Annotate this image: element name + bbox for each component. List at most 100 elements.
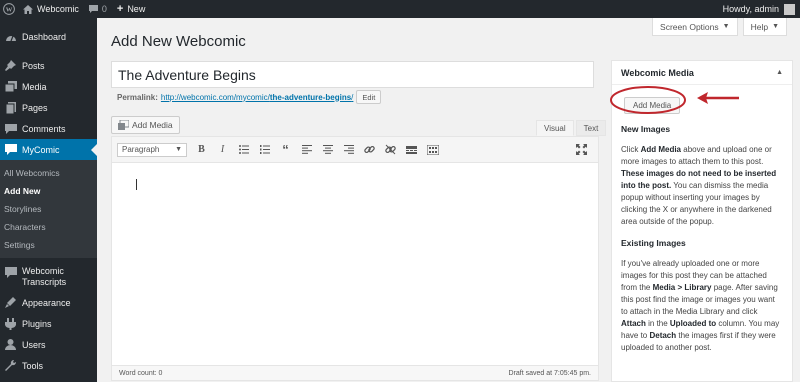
admin-sidebar: Dashboard Posts Media Pages Comments MyC… (0, 18, 97, 382)
transcripts-icon (4, 266, 17, 279)
existing-images-heading: Existing Images (621, 238, 686, 248)
submenu-settings[interactable]: Settings (0, 236, 97, 254)
submenu-storylines[interactable]: Storylines (0, 200, 97, 218)
screen-meta-links: Screen Options ▼ Help ▼ (652, 18, 787, 36)
page-title: Add New Webcomic (111, 33, 246, 50)
metabox-add-media-button[interactable]: Add Media (624, 97, 681, 114)
webcomic-media-metabox: Webcomic Media ▲ Add Media New Images Cl… (611, 60, 793, 382)
plus-icon: + (116, 3, 124, 15)
howdy-text: Howdy, admin (722, 4, 779, 14)
read-more-icon[interactable] (401, 142, 422, 158)
submenu-characters[interactable]: Characters (0, 218, 97, 236)
permalink-label: Permalink: (117, 92, 158, 102)
new-images-heading: New Images (621, 124, 671, 134)
mycomic-submenu: All Webcomics Add New Storylines Charact… (0, 160, 97, 258)
italic-icon[interactable]: I (212, 142, 233, 158)
sidebar-item-plugins[interactable]: Plugins (0, 313, 97, 334)
comments-icon (4, 122, 17, 135)
users-icon (4, 338, 17, 351)
comment-bubble-icon (88, 5, 98, 13)
format-select-value: Paragraph (122, 145, 160, 154)
permalink-link[interactable]: http://webcomic.com/mycomic/the-adventur… (161, 93, 354, 102)
new-content-link[interactable]: + New (112, 0, 150, 18)
avatar (784, 3, 795, 15)
sidebar-item-label: Appearance (22, 297, 71, 308)
sidebar-item-tools[interactable]: Tools (0, 355, 97, 376)
submenu-all-webcomics[interactable]: All Webcomics (0, 164, 97, 182)
screen-options-label: Screen Options (660, 21, 719, 32)
screen-options-button[interactable]: Screen Options ▼ (652, 18, 738, 36)
collapse-arrow-icon[interactable]: ▲ (776, 69, 783, 76)
submenu-add-new[interactable]: Add New (0, 182, 97, 200)
tools-icon (4, 359, 17, 372)
media-icon (4, 80, 17, 93)
sidebar-item-label: Posts (22, 60, 45, 71)
main-content: Screen Options ▼ Help ▼ Add New Webcomic… (97, 18, 800, 382)
sidebar-item-label: Tools (22, 360, 44, 371)
sidebar-item-label: Plugins (22, 318, 52, 329)
webcomic-icon (4, 143, 17, 156)
fullscreen-icon[interactable] (571, 142, 592, 158)
sidebar-item-label: Media (22, 81, 47, 92)
add-media-button[interactable]: Add Media (111, 116, 180, 134)
tab-text[interactable]: Text (575, 120, 607, 136)
numbered-list-icon[interactable] (254, 142, 275, 158)
permalink-row: Permalink: http://webcomic.com/mycomic/t… (117, 90, 382, 104)
caret-down-icon: ▼ (722, 23, 730, 30)
unlink-icon[interactable] (380, 142, 401, 158)
comments-count: 0 (101, 4, 107, 14)
help-button[interactable]: Help ▼ (742, 18, 787, 36)
sidebar-item-posts[interactable]: Posts (0, 55, 97, 76)
sidebar-item-label: Dashboard (22, 31, 67, 42)
metabox-title: Webcomic Media (621, 67, 694, 78)
sidebar-item-pages[interactable]: Pages (0, 97, 97, 118)
metabox-body: Add Media New Images Click Add Media abo… (612, 85, 792, 371)
metabox-header[interactable]: Webcomic Media ▲ (612, 61, 792, 85)
sidebar-item-dashboard[interactable]: Dashboard (0, 26, 97, 47)
pages-icon (4, 101, 17, 114)
dashboard-icon (4, 30, 17, 43)
editor-content-area[interactable] (112, 163, 598, 365)
sidebar-item-label: Webcomic Transcripts (22, 266, 67, 287)
align-center-icon[interactable] (317, 142, 338, 158)
wordpress-logo-icon[interactable]: W (0, 0, 18, 18)
help-label: Help (750, 21, 769, 32)
sidebar-item-users[interactable]: Users (0, 334, 97, 355)
sidebar-item-appearance[interactable]: Appearance (0, 292, 97, 313)
my-account-link[interactable]: Howdy, admin (718, 0, 800, 18)
media-add-icon (118, 119, 130, 130)
sidebar-item-comments[interactable]: Comments (0, 118, 97, 139)
sidebar-item-mycomic[interactable]: MyComic (0, 139, 97, 160)
editor-toolbar: Paragraph ▼ B I “ (112, 137, 598, 163)
format-select[interactable]: Paragraph ▼ (117, 142, 187, 157)
link-icon[interactable] (359, 142, 380, 158)
sidebar-item-label: Pages (22, 102, 48, 113)
align-right-icon[interactable] (338, 142, 359, 158)
chevron-down-icon: ▼ (175, 145, 182, 153)
pin-icon (4, 59, 17, 72)
sidebar-item-label: MyComic (22, 144, 60, 155)
sidebar-item-media[interactable]: Media (0, 76, 97, 97)
sidebar-item-label: Comments (22, 123, 66, 134)
svg-text:W: W (6, 6, 13, 13)
bold-icon[interactable]: B (191, 142, 212, 158)
new-label: New (127, 4, 146, 14)
existing-images-instructions: If you've already uploaded one or more i… (621, 259, 780, 352)
content-editor: Paragraph ▼ B I “ Word count: 0 Draft sa… (111, 136, 599, 381)
new-images-instructions: Click Add Media above and upload one or … (621, 145, 777, 226)
toolbar-toggle-icon[interactable] (422, 142, 443, 158)
post-title-input[interactable]: The Adventure Begins (111, 61, 594, 88)
blockquote-icon[interactable]: “ (275, 142, 296, 158)
sidebar-item-webcomic-transcripts[interactable]: Webcomic Transcripts (0, 262, 97, 292)
text-cursor (136, 179, 137, 190)
home-icon (23, 4, 33, 14)
tab-visual[interactable]: Visual (536, 120, 574, 136)
add-media-label: Add Media (132, 120, 173, 130)
edit-slug-button[interactable]: Edit (356, 90, 382, 104)
admin-bar: W Webcomic 0 + New Howdy, admin (0, 0, 800, 18)
site-name-link[interactable]: Webcomic (18, 0, 84, 18)
comments-link[interactable]: 0 (84, 0, 112, 18)
sidebar-item-label: Users (22, 339, 46, 350)
bulleted-list-icon[interactable] (233, 142, 254, 158)
align-left-icon[interactable] (296, 142, 317, 158)
